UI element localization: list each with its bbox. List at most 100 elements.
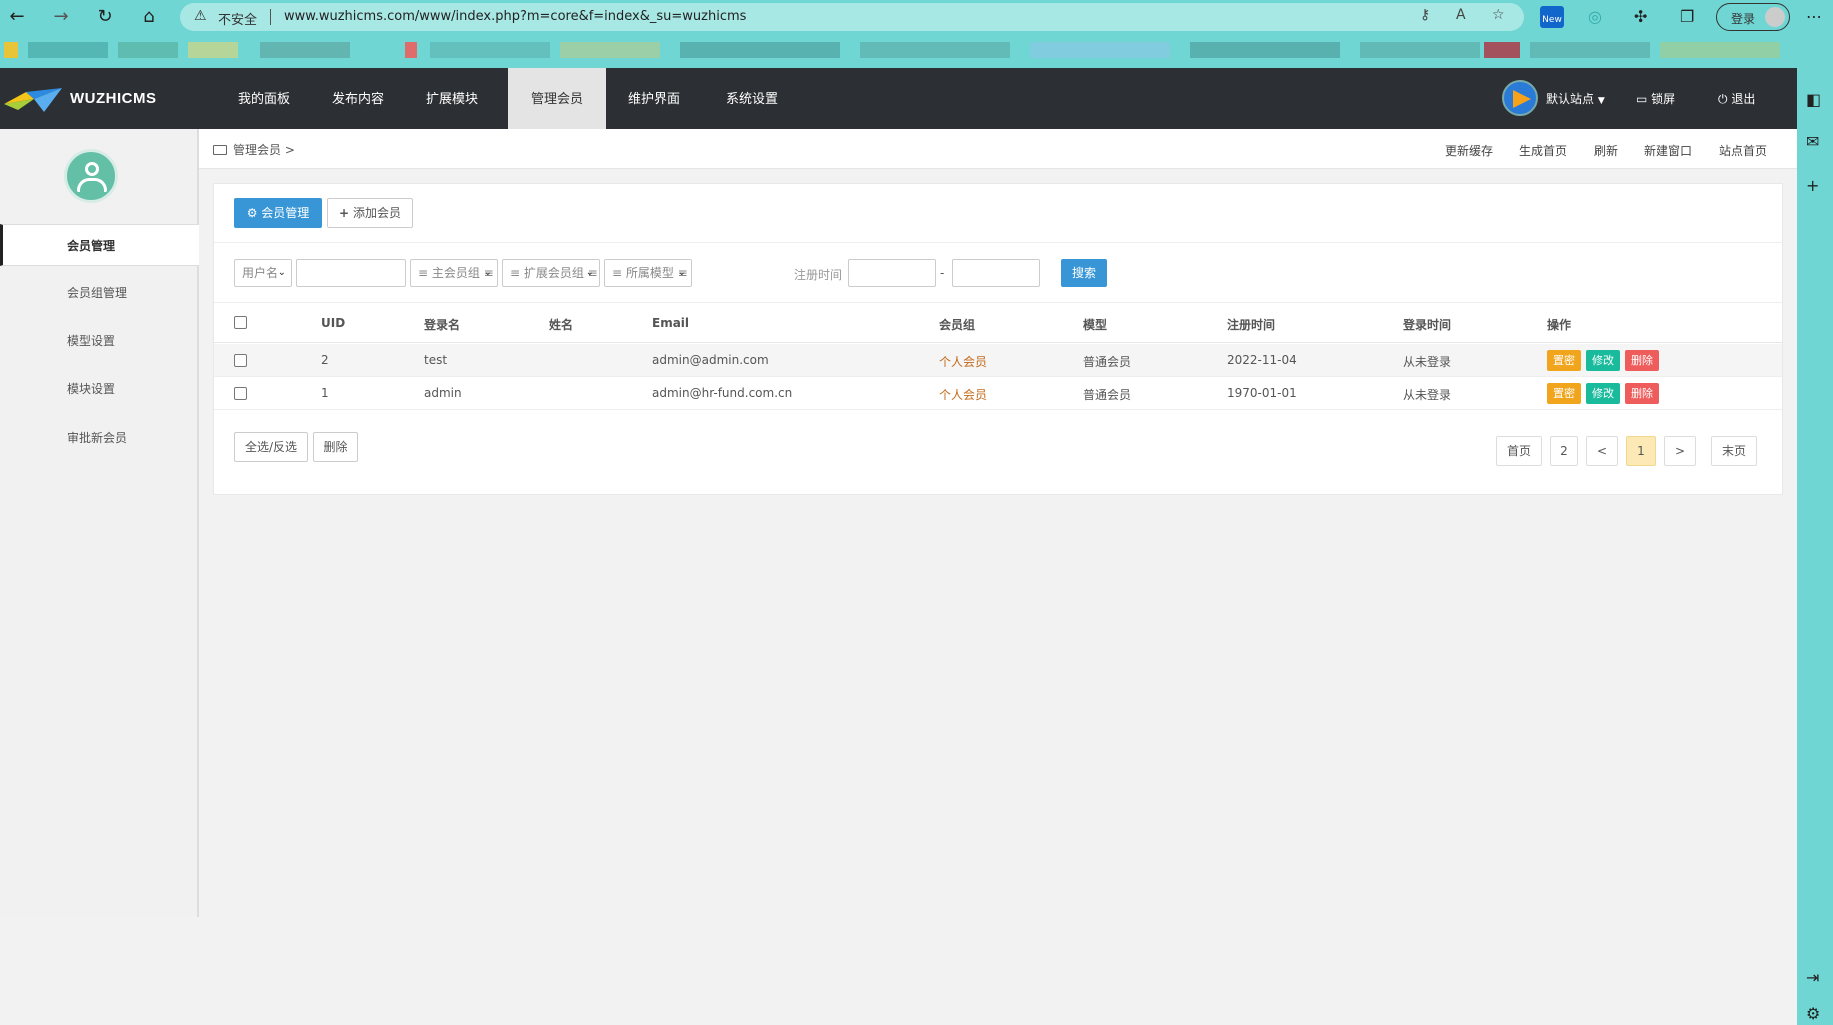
menu-manage-members[interactable]: 管理会员 xyxy=(508,68,606,129)
bookmark-item[interactable] xyxy=(405,42,417,58)
sidebar-item-module-settings[interactable]: 模块设置 xyxy=(0,368,199,410)
office-icon[interactable]: ◧ xyxy=(1806,90,1821,109)
site-switcher[interactable]: 默认站点 ▼ xyxy=(1546,90,1605,107)
url-text[interactable]: www.wuzhicms.com/www/index.php?m=core&f=… xyxy=(284,9,746,24)
login-button[interactable]: 登录 xyxy=(1716,3,1790,31)
menu-system-settings[interactable]: 系统设置 xyxy=(710,68,794,129)
new-window-link[interactable]: 新建窗口 xyxy=(1644,142,1692,159)
bookmark-item[interactable] xyxy=(1484,42,1520,58)
puzzle-icon[interactable]: ✣ xyxy=(1634,7,1647,26)
sidebar-item-approve-members[interactable]: 审批新会员 xyxy=(0,417,199,459)
bookmark-item[interactable] xyxy=(860,42,1010,58)
menu-publish-content[interactable]: 发布内容 xyxy=(316,68,400,129)
bookmark-item[interactable] xyxy=(28,42,108,58)
cell-reg-time: 2022-11-04 xyxy=(1227,353,1297,367)
page-current[interactable]: 1 xyxy=(1626,436,1656,466)
site-avatar-icon[interactable] xyxy=(1502,80,1538,116)
refresh-link[interactable]: 刷新 xyxy=(1594,142,1618,159)
settings-gear-icon[interactable]: ⚙ xyxy=(1806,1004,1820,1023)
cell-email: admin@hr-fund.com.cn xyxy=(652,386,793,400)
monitor-icon xyxy=(213,145,227,155)
reset-password-button[interactable]: 置密 xyxy=(1547,383,1581,404)
search-button[interactable]: 搜索 xyxy=(1061,259,1107,287)
page-total[interactable]: 2 xyxy=(1550,436,1578,466)
cell-reg-time: 1970-01-01 xyxy=(1227,386,1297,400)
edit-button[interactable]: 修改 xyxy=(1586,383,1620,404)
cell-uid: 2 xyxy=(321,353,329,367)
lock-screen-button[interactable]: ▭ 锁屏 xyxy=(1636,90,1675,107)
sidebar-item-model-settings[interactable]: 模型设置 xyxy=(0,320,199,362)
model-value: ≡ 所属模型 ≡ xyxy=(612,266,688,280)
add-icon[interactable]: + xyxy=(1806,176,1819,195)
reg-start-date-input[interactable] xyxy=(848,259,936,287)
page-last-button[interactable]: 末页 xyxy=(1711,436,1757,466)
breadcrumb-text[interactable]: 管理会员 > xyxy=(233,143,295,157)
page-next-button[interactable]: > xyxy=(1664,436,1696,466)
edit-button[interactable]: 修改 xyxy=(1586,350,1620,371)
menu-my-panel[interactable]: 我的面板 xyxy=(222,68,306,129)
bookmark-item[interactable] xyxy=(1660,42,1780,58)
tab-add-member-label: 添加会员 xyxy=(352,206,401,220)
forward-icon[interactable]: → xyxy=(48,4,74,30)
home-icon[interactable]: ⌂ xyxy=(136,4,162,30)
bookmark-item[interactable] xyxy=(1360,42,1480,58)
main-group-select[interactable]: ≡ 主会员组 ≡ ⌄ xyxy=(410,259,498,287)
row-checkbox[interactable] xyxy=(234,387,247,400)
bookmark-item[interactable] xyxy=(260,42,350,58)
new-extension-icon[interactable]: New xyxy=(1540,6,1564,28)
ext-group-select[interactable]: ≡ 扩展会员组 ≡ ⌄ xyxy=(502,259,600,287)
model-select[interactable]: ≡ 所属模型 ≡ ⌄ xyxy=(604,259,692,287)
outlook-icon[interactable]: ✉ xyxy=(1806,132,1819,151)
reload-icon[interactable]: ↻ xyxy=(92,4,118,30)
bookmark-item[interactable] xyxy=(1530,42,1650,58)
address-bar[interactable]: ⚠ 不安全 www.wuzhicms.com/www/index.php?m=c… xyxy=(180,3,1524,31)
logout-button[interactable]: ⏻ 退出 xyxy=(1718,90,1755,107)
delete-button[interactable]: 删除 xyxy=(1625,383,1659,404)
back-icon[interactable]: ← xyxy=(4,4,30,30)
bookmark-item[interactable] xyxy=(430,42,550,58)
read-aloud-icon[interactable]: A xyxy=(1456,7,1466,23)
reg-end-date-input[interactable] xyxy=(952,259,1040,287)
cell-login-time: 从未登录 xyxy=(1403,388,1452,402)
profile-avatar-icon xyxy=(1765,7,1785,27)
delete-button[interactable]: 删除 xyxy=(1625,350,1659,371)
favorite-icon[interactable]: ☆ xyxy=(1492,7,1505,23)
bookmark-item[interactable] xyxy=(118,42,178,58)
col-actions: 操作 xyxy=(1547,318,1572,332)
select-all-checkbox[interactable] xyxy=(234,316,247,329)
page-first-button[interactable]: 首页 xyxy=(1496,436,1542,466)
keyword-input[interactable] xyxy=(296,259,406,287)
select-all-button[interactable]: 全选/反选 xyxy=(234,432,308,462)
reset-password-button[interactable]: 置密 xyxy=(1547,350,1581,371)
bookmark-item[interactable] xyxy=(560,42,660,58)
bookmark-item[interactable] xyxy=(1190,42,1340,58)
site-home-link[interactable]: 站点首页 xyxy=(1719,142,1767,159)
sidebar-item-member-management[interactable]: 会员管理 xyxy=(0,224,199,266)
bookmark-item[interactable] xyxy=(680,42,840,58)
col-name: 姓名 xyxy=(549,318,574,332)
panel-toggle-icon[interactable]: ⇥ xyxy=(1806,968,1819,987)
key-icon[interactable]: ⚷ xyxy=(1420,7,1430,23)
caret-down-icon: ▼ xyxy=(1597,96,1605,106)
bookmark-item[interactable] xyxy=(188,42,238,58)
sidebar-item-member-groups[interactable]: 会员组管理 xyxy=(0,272,199,314)
tab-member-management-label: 会员管理 xyxy=(261,206,310,220)
bulk-delete-button[interactable]: 删除 xyxy=(313,432,358,462)
extension-icon[interactable]: ◎ xyxy=(1588,7,1602,26)
menu-extensions[interactable]: 扩展模块 xyxy=(410,68,494,129)
tab-add-member[interactable]: + 添加会员 xyxy=(327,198,413,228)
col-username: 登录名 xyxy=(424,318,461,332)
bookmark-folder-icon[interactable] xyxy=(4,42,18,58)
generate-home-link[interactable]: 生成首页 xyxy=(1519,142,1567,159)
page-prev-button[interactable]: < xyxy=(1586,436,1618,466)
cell-group: 个人会员 xyxy=(939,355,988,369)
more-icon[interactable]: ⋯ xyxy=(1806,7,1822,26)
update-cache-link[interactable]: 更新缓存 xyxy=(1445,142,1493,159)
menu-maintenance[interactable]: 维护界面 xyxy=(612,68,696,129)
row-checkbox[interactable] xyxy=(234,354,247,367)
chevron-down-icon: ⌄ xyxy=(585,267,594,278)
collections-icon[interactable]: ❐ xyxy=(1680,7,1694,26)
tab-member-management[interactable]: ⚙ 会员管理 xyxy=(234,198,322,228)
search-field-select[interactable]: 用户名 ⌄ xyxy=(234,259,292,287)
bookmark-item[interactable] xyxy=(1030,42,1170,58)
